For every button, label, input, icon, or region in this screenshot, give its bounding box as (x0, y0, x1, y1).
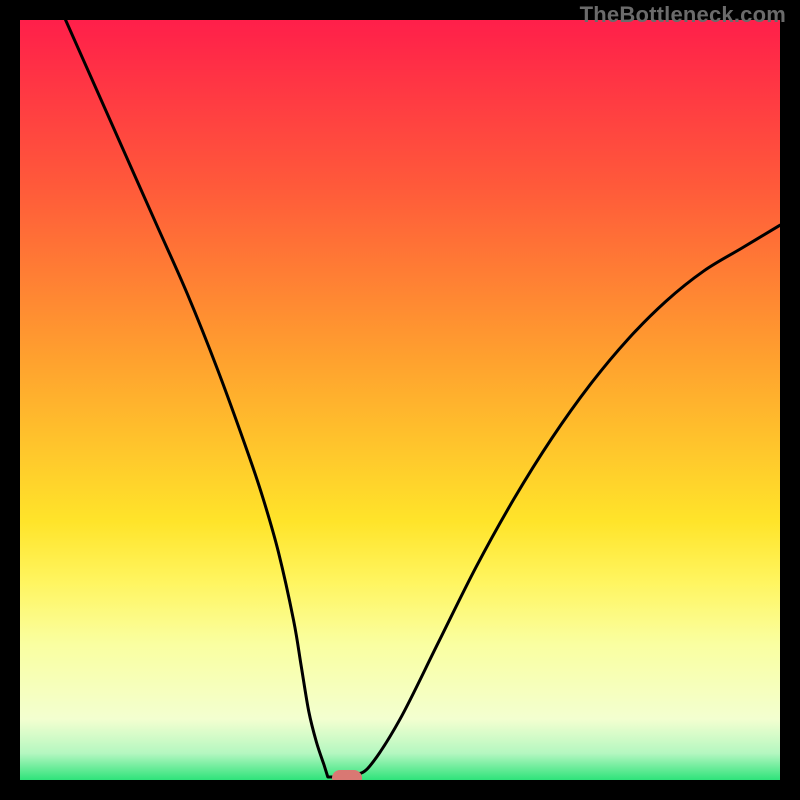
watermark-text: TheBottleneck.com (580, 2, 786, 28)
bottleneck-chart (20, 20, 780, 780)
optimal-marker (332, 770, 362, 780)
gradient-background (20, 20, 780, 780)
chart-svg (20, 20, 780, 780)
